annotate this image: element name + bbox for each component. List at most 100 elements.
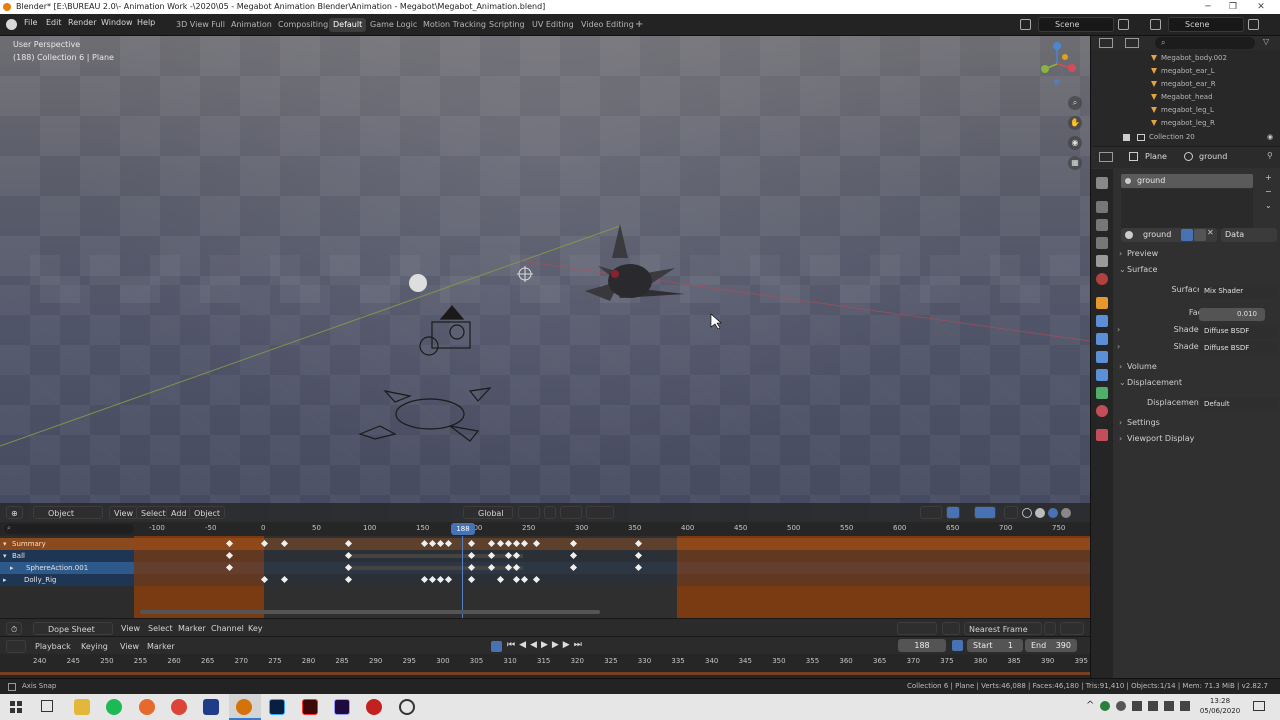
collection-checkbox[interactable] [1123,134,1130,141]
channel-dolly-rig[interactable]: ▸ Dolly_Rig [0,574,134,586]
file-explorer-icon[interactable] [74,699,90,715]
add-workspace-button[interactable]: + [631,18,647,32]
timeline-editor-icon[interactable] [6,640,26,653]
shader2-field[interactable]: Diffuse BSDF [1199,342,1279,355]
preview-panel-header[interactable]: › Preview [1113,249,1280,265]
menu-edit[interactable]: Edit [46,18,62,27]
app-red-icon[interactable] [366,699,382,715]
horizontal-scrollbar[interactable] [140,610,600,614]
add-slot-button[interactable]: + [1265,173,1272,182]
start-frame-input[interactable]: Start 1 [967,639,1023,652]
menu-render[interactable]: Render [68,18,96,27]
dope-menu-marker[interactable]: Marker [174,622,210,635]
view-layer-selector[interactable]: Scene [1168,17,1244,32]
surface-panel-header[interactable]: ⌄ Surface [1113,265,1280,281]
notifications-icon[interactable] [1253,701,1265,711]
dope-editor-type-button[interactable]: ⏱ [6,622,23,635]
tab-scripting[interactable]: Scripting [485,18,529,32]
menu-help[interactable]: Help [137,18,155,27]
overlay-toggle-icon[interactable] [974,506,996,519]
dope-falloff-icon[interactable] [1060,622,1084,635]
dope-mode-dropdown[interactable]: Dope Sheet [33,622,113,635]
material-shading-icon[interactable] [1048,508,1058,518]
properties-editor-icon[interactable] [1099,152,1113,162]
shader2-expand-icon[interactable]: › [1117,342,1120,351]
timeline-menu-keying[interactable]: Keying [77,640,112,653]
timeline-menu-view[interactable]: View [116,640,143,653]
flash-icon[interactable] [302,699,318,715]
timeline-menu-marker[interactable]: Marker [143,640,179,653]
snap-target-icon[interactable] [560,506,582,519]
link-dropdown[interactable]: Data [1221,228,1277,242]
filter-icon[interactable]: ▽ [1263,37,1269,46]
shader1-expand-icon[interactable]: › [1117,325,1120,334]
eye-icon[interactable]: ◉ [1267,131,1273,144]
only-selected-icon[interactable] [897,622,937,635]
remove-slot-button[interactable]: − [1265,187,1272,196]
dope-sheet[interactable]: ⌕ -100 -50 0 50 100 150 200 250 300 350 … [0,522,1090,618]
object-mode-dropdown[interactable]: Object Mode [33,506,103,531]
fake-user-icon[interactable] [1181,229,1193,241]
visibility-icon[interactable] [920,506,942,519]
data-tab-icon[interactable] [1096,387,1108,399]
3d-viewport[interactable]: User Perspective (188) Collection 6 | Pl… [0,36,1090,522]
transform-orientation-dropdown[interactable]: Global [463,506,513,519]
chrome-icon[interactable] [171,699,187,715]
wireframe-shading-icon[interactable] [1022,508,1032,518]
outliner-item[interactable]: megabot_leg_R [1091,117,1280,130]
channel-summary[interactable]: ▾ Summary [0,538,134,550]
constraints-tab-icon[interactable] [1096,369,1108,381]
pivot-icon[interactable] [518,506,540,519]
solid-shading-icon[interactable] [1035,508,1045,518]
world-tab-icon[interactable] [1096,273,1108,285]
menu-object[interactable]: Object [189,506,226,519]
timeline-ruler[interactable]: 240 245 250 255 260 265 270 275 280 285 290 295 300 3… [0,654,1090,678]
tab-3d-view-full[interactable]: 3D View Full [172,18,229,32]
menu-window[interactable]: Window [101,18,133,27]
physics-tab-icon[interactable] [1096,351,1108,363]
channel-ball[interactable]: ▾ Ball [0,550,134,562]
current-frame-indicator[interactable]: 188 [451,523,475,535]
tab-compositing[interactable]: Compositing [274,18,332,32]
displacement-panel-header[interactable]: ⌄ Displacement [1113,378,1280,394]
maximize-button[interactable]: ❐ [1222,0,1244,14]
menu-add[interactable]: Add [166,506,192,519]
ortho-grid-icon[interactable]: ▦ [1068,156,1082,170]
scene-selector[interactable]: Scene [1038,17,1114,32]
material-slot-item[interactable]: ground [1121,174,1253,188]
settings-panel-header[interactable]: › Settings [1113,418,1280,434]
zoom-icon[interactable]: ⌕ [1068,96,1082,110]
playback-controls[interactable]: ⏮◀◀▶▶▶⏭ [507,640,586,650]
material-tab-icon[interactable] [1096,405,1108,417]
outliner-collection[interactable]: Collection 20 ◉ [1091,131,1280,144]
duplicate-material-icon[interactable] [1194,229,1206,241]
snap-icon[interactable] [544,506,556,519]
volume-panel-header[interactable]: › Volume [1113,362,1280,378]
outliner-item[interactable]: megabot_leg_L [1091,104,1280,117]
auto-keying-icon[interactable] [491,641,502,652]
windows-start-icon[interactable] [10,701,22,713]
blender-menu-icon[interactable] [6,19,17,30]
timeline-menu-playback[interactable]: Playback [31,640,75,653]
new-view-layer-icon[interactable] [1248,19,1259,30]
playhead-line[interactable] [462,536,463,618]
network-icon[interactable] [1148,701,1158,711]
viewport-display-panel-header[interactable]: › Viewport Display [1113,434,1280,450]
pan-hand-icon[interactable]: ✋ [1068,116,1082,130]
outliner-editor-icon[interactable] [1099,38,1113,48]
outliner-item[interactable]: Megabot_body.002 [1091,52,1280,65]
dope-menu-key[interactable]: Key [244,622,267,635]
spotify-icon[interactable] [106,699,122,715]
material-browse-icon[interactable] [1125,231,1133,239]
dope-menu-view[interactable]: View [117,622,144,635]
language-icon[interactable] [1180,701,1190,711]
rendered-shading-icon[interactable] [1061,508,1071,518]
dope-filter-icon[interactable] [942,622,960,635]
dope-menu-channel[interactable]: Channel [207,622,248,635]
slot-specials-button[interactable]: ⌄ [1265,201,1272,210]
modifier-tab-icon[interactable] [1096,315,1108,327]
dope-sheet-ruler[interactable]: ⌕ -100 -50 0 50 100 150 200 250 300 350 … [0,522,1090,536]
render-tab-icon[interactable] [1096,201,1108,213]
snap-mode-dropdown[interactable]: Nearest Frame [964,622,1042,635]
tray-app-icon[interactable] [1100,701,1110,711]
